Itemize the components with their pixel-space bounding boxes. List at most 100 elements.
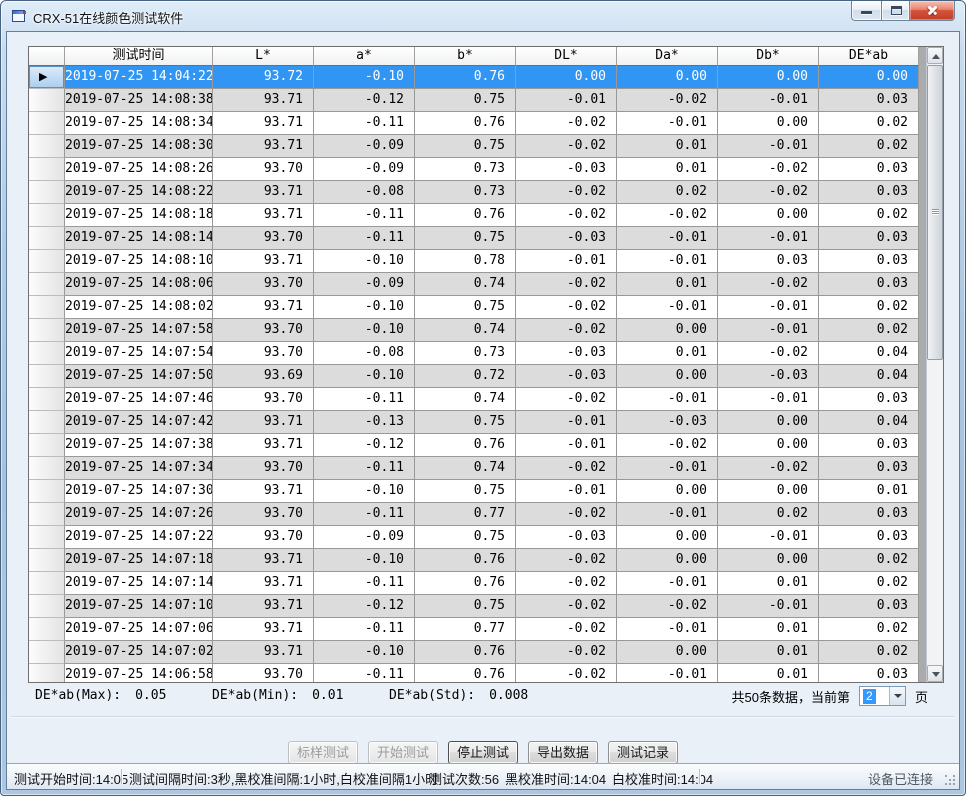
- row-header[interactable]: [29, 641, 65, 664]
- grid-cell[interactable]: 0.02: [819, 319, 919, 342]
- row-header[interactable]: [29, 434, 65, 457]
- grid-cell[interactable]: 93.70: [213, 319, 314, 342]
- grid-cell[interactable]: 0.02: [819, 618, 919, 641]
- grid-cell[interactable]: 0.75: [415, 595, 516, 618]
- grid-cell[interactable]: 0.03: [819, 457, 919, 480]
- grid-cell[interactable]: 0.74: [415, 319, 516, 342]
- grid-cell[interactable]: 0.73: [415, 181, 516, 204]
- grid-cell[interactable]: 0.01: [819, 480, 919, 503]
- grid-cell[interactable]: -0.10: [314, 365, 415, 388]
- grid-cell[interactable]: 0.04: [819, 365, 919, 388]
- grid-cell[interactable]: 93.71: [213, 434, 314, 457]
- grid-cell[interactable]: -0.10: [314, 66, 415, 89]
- grid-row[interactable]: 2019-07-25 14:08:1093.71-0.100.78-0.01-0…: [29, 250, 919, 273]
- grid-cell[interactable]: 0.76: [415, 204, 516, 227]
- grid-cell[interactable]: -0.10: [314, 319, 415, 342]
- grid-cell[interactable]: -0.12: [314, 434, 415, 457]
- grid-cell[interactable]: 0.01: [718, 572, 819, 595]
- grid-cell[interactable]: 2019-07-25 14:08:14: [65, 227, 213, 250]
- row-header[interactable]: [29, 480, 65, 503]
- grid-cell[interactable]: 2019-07-25 14:08:10: [65, 250, 213, 273]
- grid-cell[interactable]: -0.01: [617, 572, 718, 595]
- grid-cell[interactable]: 0.01: [718, 664, 819, 682]
- grid-cell[interactable]: 2019-07-25 14:07:38: [65, 434, 213, 457]
- grid-cell[interactable]: -0.02: [516, 641, 617, 664]
- grid-cell[interactable]: 0.74: [415, 388, 516, 411]
- grid-cell[interactable]: 0.76: [415, 664, 516, 682]
- row-header[interactable]: [29, 89, 65, 112]
- grid-cell[interactable]: 2019-07-25 14:08:38: [65, 89, 213, 112]
- grid-cell[interactable]: 0.02: [819, 204, 919, 227]
- grid-cell[interactable]: 0.03: [819, 273, 919, 296]
- column-header[interactable]: b*: [415, 47, 516, 66]
- grid-cell[interactable]: 0.75: [415, 89, 516, 112]
- grid-cell[interactable]: -0.02: [718, 273, 819, 296]
- grid-cell[interactable]: -0.10: [314, 480, 415, 503]
- grid-cell[interactable]: 0.77: [415, 503, 516, 526]
- grid-cell[interactable]: -0.01: [617, 388, 718, 411]
- grid-cell[interactable]: -0.02: [718, 181, 819, 204]
- grid-cell[interactable]: 93.71: [213, 250, 314, 273]
- grid-cell[interactable]: -0.01: [718, 526, 819, 549]
- grid-cell[interactable]: -0.01: [617, 250, 718, 273]
- grid-row[interactable]: ▶2019-07-25 14:04:2293.72-0.100.760.000.…: [29, 66, 919, 89]
- grid-cell[interactable]: -0.03: [516, 526, 617, 549]
- grid-cell[interactable]: 0.01: [617, 342, 718, 365]
- grid-cell[interactable]: -0.09: [314, 135, 415, 158]
- grid-cell[interactable]: 93.71: [213, 89, 314, 112]
- grid-cell[interactable]: 0.03: [819, 664, 919, 682]
- grid-cell[interactable]: -0.01: [718, 89, 819, 112]
- grid-cell[interactable]: 0.76: [415, 112, 516, 135]
- grid-cell[interactable]: -0.03: [516, 158, 617, 181]
- grid-cell[interactable]: 93.71: [213, 204, 314, 227]
- stop-test-button[interactable]: 停止测试: [448, 741, 518, 764]
- row-header[interactable]: [29, 342, 65, 365]
- grid-cell[interactable]: 0.03: [819, 227, 919, 250]
- grid-cell[interactable]: 2019-07-25 14:04:22: [65, 66, 213, 89]
- grid-cell[interactable]: -0.02: [516, 181, 617, 204]
- grid-cell[interactable]: 0.77: [415, 618, 516, 641]
- grid-cell[interactable]: 2019-07-25 14:07:34: [65, 457, 213, 480]
- row-header[interactable]: [29, 411, 65, 434]
- grid-cell[interactable]: 0.03: [819, 181, 919, 204]
- grid-cell[interactable]: 2019-07-25 14:07:54: [65, 342, 213, 365]
- grid-cell[interactable]: -0.10: [314, 296, 415, 319]
- grid-cell[interactable]: 2019-07-25 14:07:42: [65, 411, 213, 434]
- grid-cell[interactable]: 0.03: [819, 526, 919, 549]
- grid-cell[interactable]: 0.02: [617, 181, 718, 204]
- grid-row[interactable]: 2019-07-25 14:08:0293.71-0.100.75-0.02-0…: [29, 296, 919, 319]
- grid-cell[interactable]: -0.01: [617, 296, 718, 319]
- row-header[interactable]: [29, 526, 65, 549]
- grid-cell[interactable]: -0.02: [718, 342, 819, 365]
- grid-cell[interactable]: -0.11: [314, 664, 415, 682]
- grid-cell[interactable]: -0.01: [516, 89, 617, 112]
- grid-cell[interactable]: -0.02: [516, 503, 617, 526]
- grid-cell[interactable]: 0.73: [415, 342, 516, 365]
- grid-cell[interactable]: 2019-07-25 14:07:26: [65, 503, 213, 526]
- grid-cell[interactable]: -0.01: [617, 664, 718, 682]
- row-header[interactable]: [29, 112, 65, 135]
- grid-cell[interactable]: 93.71: [213, 480, 314, 503]
- grid-row[interactable]: 2019-07-25 14:07:1093.71-0.120.75-0.02-0…: [29, 595, 919, 618]
- grid-cell[interactable]: 2019-07-25 14:07:14: [65, 572, 213, 595]
- grid-row[interactable]: 2019-07-25 14:08:3893.71-0.120.75-0.01-0…: [29, 89, 919, 112]
- row-header[interactable]: ▶: [29, 66, 65, 89]
- grid-cell[interactable]: 0.02: [819, 549, 919, 572]
- grid-cell[interactable]: -0.01: [617, 112, 718, 135]
- grid-cell[interactable]: 0.00: [617, 319, 718, 342]
- grid-cell[interactable]: 93.70: [213, 158, 314, 181]
- grid-cell[interactable]: -0.02: [516, 595, 617, 618]
- grid-cell[interactable]: 0.03: [819, 158, 919, 181]
- grid-cell[interactable]: -0.03: [516, 365, 617, 388]
- grid-cell[interactable]: 93.72: [213, 66, 314, 89]
- grid-cell[interactable]: -0.10: [314, 549, 415, 572]
- grid-cell[interactable]: 0.00: [718, 411, 819, 434]
- grid-row[interactable]: 2019-07-25 14:08:3493.71-0.110.76-0.02-0…: [29, 112, 919, 135]
- grid-cell[interactable]: 93.70: [213, 526, 314, 549]
- grid-row[interactable]: 2019-07-25 14:08:1893.71-0.110.76-0.02-0…: [29, 204, 919, 227]
- row-header[interactable]: [29, 572, 65, 595]
- grid-row[interactable]: 2019-07-25 14:07:4693.70-0.110.74-0.02-0…: [29, 388, 919, 411]
- grid-cell[interactable]: 0.72: [415, 365, 516, 388]
- grid-cell[interactable]: 2019-07-25 14:07:30: [65, 480, 213, 503]
- column-header[interactable]: a*: [314, 47, 415, 66]
